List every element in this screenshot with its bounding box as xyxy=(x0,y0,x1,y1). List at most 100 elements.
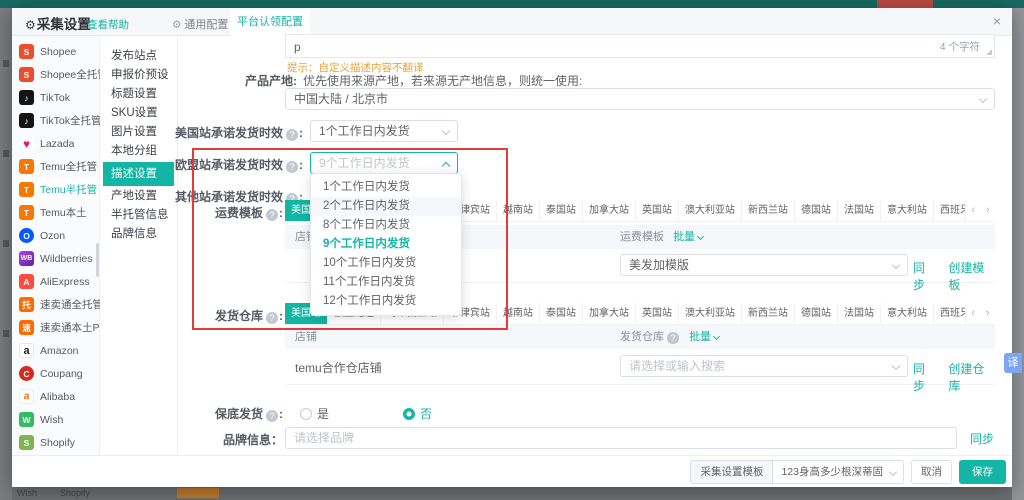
tabs-prev-icon[interactable]: ‹ xyxy=(966,200,981,222)
freight-template-label: 运费模板?: xyxy=(162,204,283,221)
dropdown-option[interactable]: 8个工作日内发货 xyxy=(311,216,461,235)
sidebar-item-shopify[interactable]: SShopify xyxy=(12,431,99,454)
close-icon[interactable]: × xyxy=(993,13,1001,29)
sidebar-item-wildberries[interactable]: WBWildberries xyxy=(12,247,99,270)
tab-site[interactable]: 英国站 xyxy=(636,303,679,324)
guarantee-radio-no[interactable]: 否 xyxy=(403,405,432,422)
tab-site[interactable]: 意大利站 xyxy=(881,200,934,221)
settings-gear-icon: ⚙ xyxy=(25,18,36,32)
tab-site[interactable]: 澳大利亚站 xyxy=(679,303,742,324)
description-textarea[interactable]: p 4 个字符 xyxy=(285,34,995,58)
radio-on-icon[interactable] xyxy=(403,408,415,420)
submenu-publish-site[interactable]: 发布站点 xyxy=(100,47,177,66)
tab-site[interactable]: 法国站 xyxy=(838,303,881,324)
sidebar-item-amazon[interactable]: aAmazon xyxy=(12,339,99,362)
origin-select[interactable]: 中国大陆 / 北京市 xyxy=(285,88,995,110)
tab-site[interactable]: 越南站 xyxy=(497,303,540,324)
sidebar-item-ozon[interactable]: OOzon xyxy=(12,224,99,247)
tabs-next-icon[interactable]: › xyxy=(981,303,996,325)
dropdown-option-selected[interactable]: 9个工作日内发货 xyxy=(311,235,461,254)
sidebar-item-shopee[interactable]: SShopee xyxy=(12,40,99,63)
dropdown-option[interactable]: 11个工作日内发货 xyxy=(311,273,461,292)
tab-site[interactable]: 法国站 xyxy=(838,200,881,221)
question-icon: ? xyxy=(286,161,298,173)
shopee-icon: S xyxy=(19,44,34,59)
submenu-brand-info[interactable]: 品牌信息 xyxy=(100,225,177,244)
create-warehouse-link[interactable]: 创建仓库 xyxy=(948,360,995,394)
us-delivery-select[interactable]: 1个工作日内发货 xyxy=(310,120,458,142)
tab-site[interactable]: 加拿大站 xyxy=(583,303,636,324)
sidebar-item-smt-local-pop[interactable]: 速速卖通本土POP xyxy=(12,316,99,339)
tab-site[interactable]: 加拿大站 xyxy=(583,200,636,221)
sidebar-item-temu-full[interactable]: TTemu全托管 xyxy=(12,155,99,178)
sidebar-item-shopee-full[interactable]: SShopee全托管 xyxy=(12,63,99,86)
batch-link[interactable]: 批量 xyxy=(673,231,695,243)
create-template-link[interactable]: 创建模板 xyxy=(948,259,995,293)
temu-icon: T xyxy=(19,159,34,174)
submenu-title-settings[interactable]: 标题设置 xyxy=(100,85,177,104)
question-icon: ? xyxy=(266,410,278,422)
sidebar-item-lazada[interactable]: ♥Lazada xyxy=(12,132,99,155)
sidebar-item-coupang[interactable]: CCoupang xyxy=(12,362,99,385)
sync-warehouse-link[interactable]: 同步 xyxy=(913,360,936,394)
chevron-down-icon xyxy=(892,362,900,370)
sidebar-item-smt-full[interactable]: 托速卖通全托管 xyxy=(12,293,99,316)
cancel-button[interactable]: 取消 xyxy=(911,460,952,484)
tab-site[interactable]: 新西兰站 xyxy=(742,303,795,324)
tab-site[interactable]: 越南站 xyxy=(497,200,540,221)
sidebar-item-tiktok[interactable]: ♪TikTok xyxy=(12,86,99,109)
warehouse-column-header: 发货仓库? 批量 xyxy=(620,325,719,349)
eu-delivery-select[interactable]: 9个工作日内发货 xyxy=(310,152,458,174)
radio-off-icon[interactable] xyxy=(300,408,312,420)
ozon-icon: O xyxy=(19,228,34,243)
tab-site[interactable]: 意大利站 xyxy=(881,303,934,324)
submenu-sku-settings[interactable]: SKU设置 xyxy=(100,104,177,123)
dropdown-option[interactable]: 10个工作日内发货 xyxy=(311,254,461,273)
tab-site[interactable]: 德国站 xyxy=(795,200,838,221)
guarantee-radio-yes[interactable]: 是 xyxy=(300,405,329,422)
dropdown-option[interactable]: 1个工作日内发货 xyxy=(311,178,461,197)
tab-site[interactable]: 德国站 xyxy=(795,303,838,324)
collection-template-select[interactable]: 123身高多少根深蒂固 xyxy=(772,460,904,484)
browser-chrome-bar xyxy=(0,0,1024,8)
tab-scroll-arrows: ‹ › xyxy=(965,303,995,325)
dropdown-option[interactable]: 2个工作日内发货 xyxy=(311,197,461,216)
warehouse-table-row: temu合作仓店铺 请选择或输入搜索 同步 创建仓库 xyxy=(285,349,995,385)
help-link[interactable]: 查看帮助 xyxy=(87,17,129,32)
page-overlay-left xyxy=(0,8,12,500)
submenu-declare-price[interactable]: 申报价预设 xyxy=(100,66,177,85)
sync-brand-link[interactable]: 同步 xyxy=(970,430,994,447)
dropdown-option[interactable]: 12个工作日内发货 xyxy=(311,292,461,311)
brand-input[interactable]: 请选择品牌 xyxy=(285,427,957,449)
sidebar-item-temu-local[interactable]: TTemu本土 xyxy=(12,201,99,224)
batch-link[interactable]: 批量 xyxy=(689,331,711,343)
tabs-prev-icon[interactable]: ‹ xyxy=(966,303,981,325)
tab-site[interactable]: 新西兰站 xyxy=(742,200,795,221)
sidebar-item-temu-semi[interactable]: TTemu半托管 xyxy=(12,178,99,201)
smt-icon: 托 xyxy=(19,297,34,312)
resize-handle-icon[interactable] xyxy=(986,49,992,55)
tab-site[interactable]: 泰国站 xyxy=(540,200,583,221)
tab-general-config[interactable]: ⚙通用配置 xyxy=(172,16,228,32)
sidebar-item-wish[interactable]: WWish xyxy=(12,408,99,431)
tab-platform-claim-config[interactable]: 平台认领配置 xyxy=(230,8,310,36)
freight-template-select[interactable]: 美发加模版 xyxy=(620,254,908,276)
question-icon: ? xyxy=(286,129,298,141)
tab-site[interactable]: 澳大利亚站 xyxy=(679,200,742,221)
translate-float-button[interactable]: 译 xyxy=(1004,353,1022,373)
tab-site[interactable]: 泰国站 xyxy=(540,303,583,324)
tabs-next-icon[interactable]: › xyxy=(981,200,996,222)
other-delivery-label: 其他站承诺发货时效?: xyxy=(162,188,303,205)
chevron-down-icon xyxy=(697,233,704,240)
sidebar-item-aliexpress[interactable]: AAliExpress xyxy=(12,270,99,293)
sidebar-scrollbar[interactable] xyxy=(96,243,99,277)
tiktok-icon: ♪ xyxy=(19,90,34,105)
save-button[interactable]: 保存 xyxy=(959,460,1006,484)
sidebar-item-tiktok-full[interactable]: ♪TikTok全托管 xyxy=(12,109,99,132)
sidebar-item-alibaba[interactable]: aAlibaba xyxy=(12,385,99,408)
collection-template-button[interactable]: 采集设置模板 xyxy=(690,460,772,484)
warehouse-select[interactable]: 请选择或输入搜索 xyxy=(620,355,908,377)
tab-site[interactable]: 英国站 xyxy=(636,200,679,221)
sync-freight-link[interactable]: 同步 xyxy=(913,259,936,293)
wish-icon: W xyxy=(19,412,34,427)
